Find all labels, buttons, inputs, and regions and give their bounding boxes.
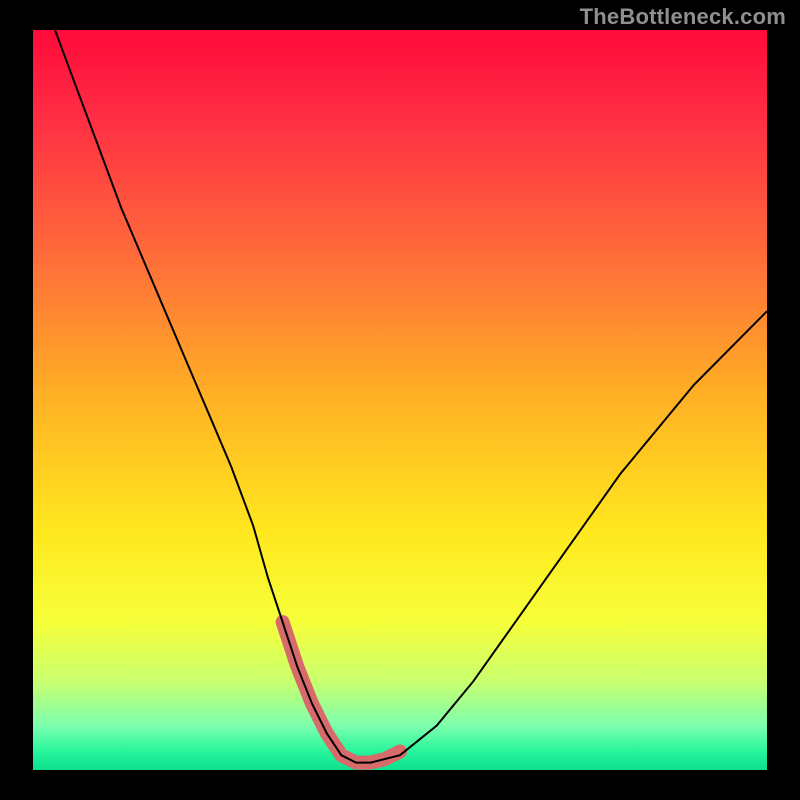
bottleneck-chart [0, 0, 800, 800]
chart-frame: TheBottleneck.com [0, 0, 800, 800]
